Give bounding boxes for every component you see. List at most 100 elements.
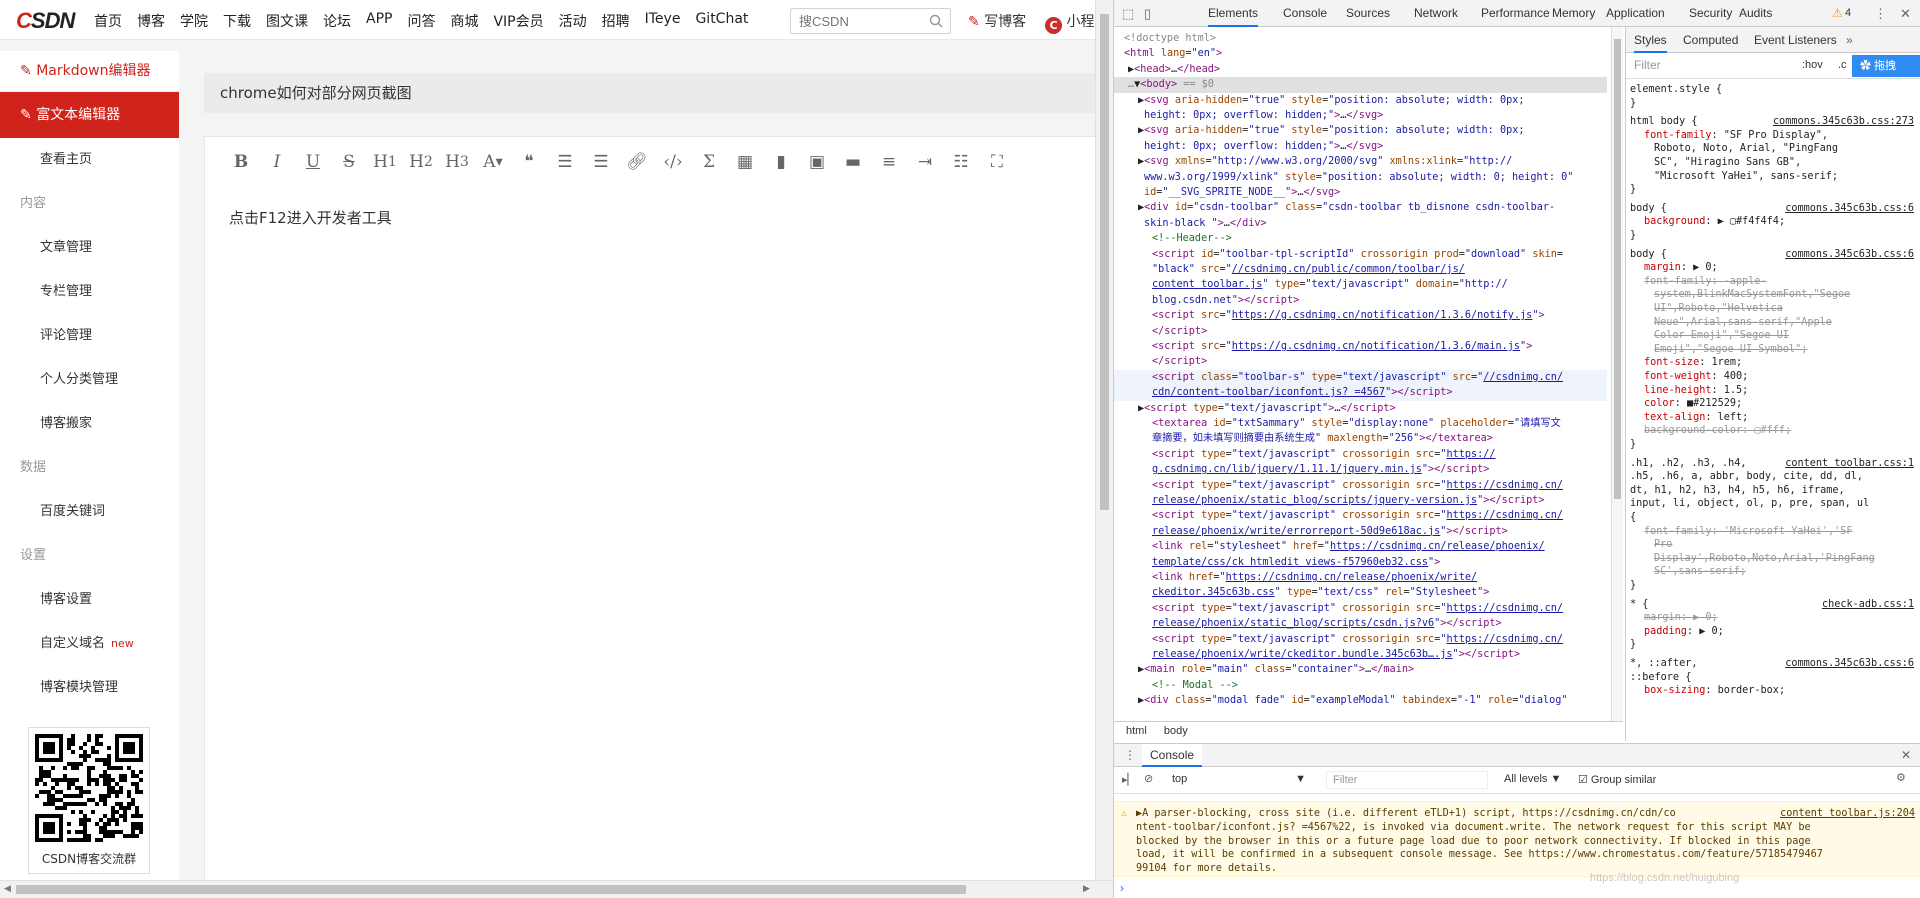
tab-audits[interactable]: Audits	[1739, 0, 1772, 27]
page-hscroll-thumb[interactable]	[16, 885, 966, 894]
style-rule-line[interactable]: *, ::after, commons.345c63b.css:6	[1630, 657, 1918, 671]
nav-link-8[interactable]: 商城	[450, 11, 478, 31]
style-rule-line[interactable]: UI",Roboto,"Helvetica	[1654, 302, 1918, 316]
style-rule-line[interactable]: input, li, object, ol, p, pre, span, ul	[1630, 497, 1918, 511]
dom-node-line[interactable]: www.w3.org/1999/xlink" style="position: …	[1144, 170, 1573, 185]
directory-icon[interactable]: ☷	[945, 148, 977, 176]
nav-link-13[interactable]: GitChat	[695, 11, 748, 31]
style-rule-line[interactable]: "Microsoft YaHei", sans-serif;	[1654, 170, 1918, 184]
dom-node-line[interactable]: <script type="text/javascript" crossorig…	[1152, 601, 1563, 616]
program-link[interactable]: C 小程	[1045, 11, 1094, 34]
dom-node-line[interactable]: release/phoenix/static_blog/scripts/csdn…	[1152, 616, 1502, 631]
dom-node-line[interactable]: ▶<main role="main" class="container">…</…	[1138, 662, 1414, 677]
dom-node-line[interactable]: cdn/content-toolbar/iconfont.js? =4567">…	[1114, 385, 1607, 401]
dom-node-line[interactable]: g.csdnimg.cn/lib/jquery/1.11.1/jquery.mi…	[1152, 462, 1489, 477]
dom-node-line[interactable]: <script type="text/javascript" crossorig…	[1152, 508, 1563, 523]
style-rule-line[interactable]: line-height: 1.5;	[1644, 384, 1918, 398]
sidebar-item-blog-settings[interactable]: 博客设置	[0, 578, 179, 622]
nav-link-11[interactable]: 招聘	[602, 11, 630, 31]
style-rule-line[interactable]: }	[1630, 638, 1918, 652]
unordered-list-icon[interactable]: ☰	[585, 148, 617, 176]
horizontal-rule-icon[interactable]: ▬	[837, 148, 869, 176]
style-rule-line[interactable]: margin: ▶ 0;	[1644, 611, 1918, 625]
tab-network[interactable]: Network	[1414, 0, 1458, 27]
dom-node-line[interactable]: id="__SVG_SPRITE_NODE__">…</svg>	[1144, 185, 1340, 200]
close-drawer-icon[interactable]: ✕	[1901, 748, 1911, 762]
heading2-icon[interactable]: H2	[405, 148, 437, 176]
sidebar-item-homepage[interactable]: 查看主页	[0, 138, 179, 182]
dom-node-line[interactable]: <link rel="stylesheet" href="https://csd…	[1152, 539, 1545, 554]
style-rule-line[interactable]: body {commons.345c63b.css:6	[1630, 248, 1918, 262]
page-break-icon[interactable]: ≡	[873, 148, 905, 176]
sidebar-item-columns[interactable]: 专栏管理	[0, 270, 179, 314]
dom-node-line[interactable]: ▶<svg xmlns="http://www.w3.org/2000/svg"…	[1138, 154, 1512, 169]
hov-toggle[interactable]: :hov	[1802, 59, 1823, 73]
chart-icon[interactable]: ▮	[765, 148, 797, 176]
context-select[interactable]: top ▼	[1172, 773, 1312, 789]
style-rule-line[interactable]: color: ■#212529;	[1644, 397, 1918, 411]
nav-link-4[interactable]: 图文课	[266, 11, 308, 31]
tab-styles[interactable]: Styles	[1634, 27, 1667, 53]
dom-node-line[interactable]: content toolbar.js" type="text/javascrip…	[1152, 277, 1508, 292]
dom-node-line[interactable]: skin-black ">…</div>	[1144, 216, 1267, 231]
device-toggle-icon[interactable]: ▯	[1144, 6, 1151, 22]
page-vscroll-thumb[interactable]	[1100, 14, 1109, 510]
warning-icon[interactable]: ⚠	[1832, 6, 1843, 20]
write-blog-link[interactable]: ✎ 写博客	[968, 11, 1026, 31]
tab-performance[interactable]: Performance	[1481, 0, 1550, 27]
style-rule-line[interactable]: * {check-adb.css:1	[1630, 598, 1918, 612]
code-icon[interactable]: ‹/›	[657, 148, 689, 176]
style-rule-line[interactable]: Roboto, Noto, Arial, "PingFang	[1654, 142, 1918, 156]
heading3-icon[interactable]: H3	[441, 148, 473, 176]
dom-node-line[interactable]: <!-- Modal -->	[1152, 678, 1238, 693]
nav-link-6[interactable]: APP	[366, 11, 392, 31]
style-rule-line[interactable]: padding: ▶ 0;	[1644, 625, 1918, 639]
page-horizontal-scrollbar[interactable]: ◀ ▶	[0, 880, 1113, 898]
tab-elements[interactable]: Elements	[1208, 0, 1259, 27]
log-levels-select[interactable]: All levels ▼	[1504, 773, 1561, 785]
style-rule-line[interactable]: html body {commons.345c63b.css:273	[1630, 115, 1918, 129]
sidebar-markdown-editor[interactable]: ✎ Markdown编辑器	[0, 51, 179, 92]
search-icon[interactable]	[929, 14, 943, 28]
style-rule-line[interactable]: }	[1630, 97, 1918, 111]
dom-node-line[interactable]: <script src="https://g.csdnimg.cn/notifi…	[1152, 339, 1532, 354]
nav-link-12[interactable]: ITeye	[645, 11, 681, 31]
scroll-right-icon[interactable]: ▶	[1083, 884, 1090, 894]
style-rule-line[interactable]: Emoji","Segoe UI Symbol";	[1654, 343, 1918, 357]
console-filter-input[interactable]: Filter	[1326, 771, 1488, 789]
dom-node-line[interactable]: <textarea id="txtSammary" style="display…	[1152, 416, 1561, 431]
page-vertical-scrollbar[interactable]	[1095, 0, 1113, 880]
style-rule-line[interactable]: Pro	[1654, 538, 1918, 552]
search-box[interactable]	[790, 8, 951, 34]
ordered-list-icon[interactable]: ☰	[549, 148, 581, 176]
style-rule-line[interactable]: {	[1630, 511, 1918, 525]
style-rule-line[interactable]: Display',Roboto,Noto,Arial,'PingFang	[1654, 552, 1918, 566]
sidebar-item-articles[interactable]: 文章管理	[0, 226, 179, 270]
tab-console[interactable]: Console	[1283, 0, 1327, 27]
sidebar-item-baidu-keywords[interactable]: 百度关键词	[0, 490, 179, 534]
dom-node-line[interactable]: release/phoenix/write/ckeditor.bundle.34…	[1152, 647, 1520, 662]
sidebar-item-comments[interactable]: 评论管理	[0, 314, 179, 358]
style-rule-line[interactable]: text-align: left;	[1644, 411, 1918, 425]
dom-node-line[interactable]: height: 0px; overflow: hidden;">…</svg>	[1144, 139, 1383, 154]
style-rule-line[interactable]: font-family: -apple-	[1644, 275, 1918, 289]
heading1-icon[interactable]: H1	[369, 148, 401, 176]
nav-link-1[interactable]: 博客	[137, 11, 165, 31]
sidebar-toggle-icon[interactable]: ▸▏	[1122, 773, 1136, 786]
elements-scroll-thumb[interactable]	[1614, 39, 1621, 499]
style-rule-line[interactable]: font-weight: 400;	[1644, 370, 1918, 384]
table-icon[interactable]: ▦	[729, 148, 761, 176]
nav-link-7[interactable]: 问答	[407, 11, 435, 31]
style-rule-line[interactable]: body {commons.345c63b.css:6	[1630, 202, 1918, 216]
style-rule-line[interactable]: font-family: "SF Pro Display",	[1644, 129, 1918, 143]
more-tabs-icon[interactable]: »	[1846, 27, 1853, 53]
bold-icon[interactable]: B	[225, 148, 257, 176]
dom-node-line[interactable]: <script class="toolbar-s" type="text/jav…	[1114, 369, 1607, 386]
style-rule-line[interactable]: SC',sans-serif;	[1654, 565, 1918, 579]
search-input[interactable]	[791, 9, 921, 33]
scroll-left-icon[interactable]: ◀	[4, 884, 11, 894]
inspect-icon[interactable]: ⬚	[1122, 6, 1134, 22]
italic-icon[interactable]: I	[261, 148, 293, 176]
style-rule-line[interactable]: font-size: 1rem;	[1644, 356, 1918, 370]
dom-node-line[interactable]: template/css/ck htmledit views-f57960eb3…	[1152, 555, 1440, 570]
